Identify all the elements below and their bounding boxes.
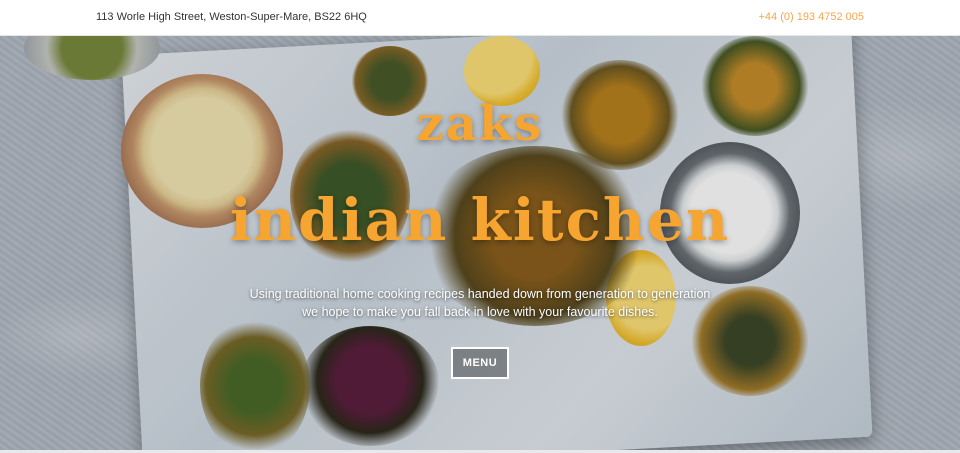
address-text: 113 Worle High Street, Weston-Super-Mare… [96, 11, 367, 23]
brand-title-line1: zaks [416, 96, 544, 152]
brand-title-line2: indian kitchen [229, 186, 731, 254]
hero-section: zaks indian kitchen Using traditional ho… [0, 36, 960, 450]
menu-button[interactable]: MENU [451, 347, 509, 379]
top-bar: 113 Worle High Street, Weston-Super-Mare… [0, 0, 960, 36]
hero-tagline-line2: we hope to make you fall back in love wi… [302, 305, 658, 319]
hero-tagline-line1: Using traditional home cooking recipes h… [249, 287, 711, 301]
phone-link[interactable]: +44 (0) 193 4752 005 [758, 11, 864, 23]
